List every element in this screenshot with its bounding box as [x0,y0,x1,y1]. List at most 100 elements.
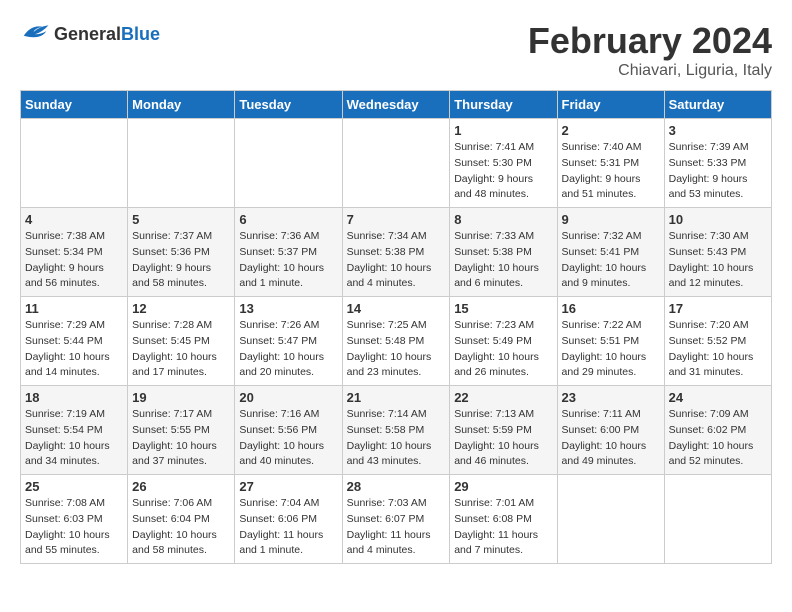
calendar-cell: 6 Sunrise: 7:36 AM Sunset: 5:37 PM Daylig… [235,208,342,297]
day-number: 29 [454,479,552,494]
logo-text: GeneralBlue [54,24,160,45]
day-info: Sunrise: 7:41 AM Sunset: 5:30 PM Dayligh… [454,140,552,203]
calendar-cell [342,119,450,208]
day-number: 20 [239,390,337,405]
day-number: 18 [25,390,123,405]
calendar-row: 25 Sunrise: 7:08 AM Sunset: 6:03 PM Dayli… [21,475,772,564]
column-header-thursday: Thursday [450,91,557,119]
calendar-row: 1 Sunrise: 7:41 AM Sunset: 5:30 PM Daylig… [21,119,772,208]
day-info: Sunrise: 7:08 AM Sunset: 6:03 PM Dayligh… [25,496,123,559]
day-number: 15 [454,301,552,316]
day-number: 24 [669,390,767,405]
day-info: Sunrise: 7:17 AM Sunset: 5:55 PM Dayligh… [132,407,230,470]
day-info: Sunrise: 7:14 AM Sunset: 5:58 PM Dayligh… [347,407,446,470]
calendar-cell: 26 Sunrise: 7:06 AM Sunset: 6:04 PM Dayli… [128,475,235,564]
calendar-cell: 18 Sunrise: 7:19 AM Sunset: 5:54 PM Dayli… [21,386,128,475]
day-info: Sunrise: 7:16 AM Sunset: 5:56 PM Dayligh… [239,407,337,470]
day-number: 8 [454,212,552,227]
calendar-cell: 8 Sunrise: 7:33 AM Sunset: 5:38 PM Daylig… [450,208,557,297]
day-number: 7 [347,212,446,227]
calendar-cell: 28 Sunrise: 7:03 AM Sunset: 6:07 PM Dayli… [342,475,450,564]
day-number: 6 [239,212,337,227]
calendar-cell: 9 Sunrise: 7:32 AM Sunset: 5:41 PM Daylig… [557,208,664,297]
day-info: Sunrise: 7:33 AM Sunset: 5:38 PM Dayligh… [454,229,552,292]
day-info: Sunrise: 7:36 AM Sunset: 5:37 PM Dayligh… [239,229,337,292]
calendar-cell: 14Sunrise: 7:25 AM Sunset: 5:48 PM Dayli… [342,297,450,386]
calendar-cell: 24 Sunrise: 7:09 AM Sunset: 6:02 PM Dayli… [664,386,771,475]
day-info: Sunrise: 7:26 AM Sunset: 5:47 PM Dayligh… [239,318,337,381]
calendar-cell: 23Sunrise: 7:11 AM Sunset: 6:00 PM Dayli… [557,386,664,475]
calendar-cell: 4 Sunrise: 7:38 AM Sunset: 5:34 PM Daylig… [21,208,128,297]
day-info: Sunrise: 7:37 AM Sunset: 5:36 PM Dayligh… [132,229,230,292]
day-number: 27 [239,479,337,494]
calendar-cell: 27 Sunrise: 7:04 AM Sunset: 6:06 PM Dayli… [235,475,342,564]
subtitle: Chiavari, Liguria, Italy [528,62,772,80]
calendar-cell [128,119,235,208]
day-info: Sunrise: 7:32 AM Sunset: 5:41 PM Dayligh… [562,229,660,292]
calendar-cell: 29 Sunrise: 7:01 AM Sunset: 6:08 PM Dayli… [450,475,557,564]
day-info: Sunrise: 7:20 AM Sunset: 5:52 PM Dayligh… [669,318,767,381]
calendar-cell: 2 Sunrise: 7:40 AM Sunset: 5:31 PM Daylig… [557,119,664,208]
column-header-tuesday: Tuesday [235,91,342,119]
column-header-sunday: Sunday [21,91,128,119]
day-info: Sunrise: 7:19 AM Sunset: 5:54 PM Dayligh… [25,407,123,470]
logo-general: General [54,24,121,44]
calendar-cell [664,475,771,564]
calendar-row: 4 Sunrise: 7:38 AM Sunset: 5:34 PM Daylig… [21,208,772,297]
calendar-header-row: SundayMondayTuesdayWednesdayThursdayFrid… [21,91,772,119]
day-number: 19 [132,390,230,405]
column-header-saturday: Saturday [664,91,771,119]
day-number: 5 [132,212,230,227]
calendar-cell: 22 Sunrise: 7:13 AM Sunset: 5:59 PM Dayli… [450,386,557,475]
day-info: Sunrise: 7:40 AM Sunset: 5:31 PM Dayligh… [562,140,660,203]
calendar-cell: 15 Sunrise: 7:23 AM Sunset: 5:49 PM Dayli… [450,297,557,386]
day-number: 4 [25,212,123,227]
day-info: Sunrise: 7:34 AM Sunset: 5:38 PM Dayligh… [347,229,446,292]
day-info: Sunrise: 7:01 AM Sunset: 6:08 PM Dayligh… [454,496,552,559]
calendar-table: SundayMondayTuesdayWednesdayThursdayFrid… [20,90,772,564]
day-info: Sunrise: 7:23 AM Sunset: 5:49 PM Dayligh… [454,318,552,381]
calendar-cell: 16Sunrise: 7:22 AM Sunset: 5:51 PM Dayli… [557,297,664,386]
day-info: Sunrise: 7:38 AM Sunset: 5:34 PM Dayligh… [25,229,123,292]
day-number: 25 [25,479,123,494]
calendar-cell: 13Sunrise: 7:26 AM Sunset: 5:47 PM Dayli… [235,297,342,386]
day-number: 21 [347,390,446,405]
logo: GeneralBlue [20,20,160,49]
calendar-row: 11Sunrise: 7:29 AM Sunset: 5:44 PM Dayli… [21,297,772,386]
day-number: 28 [347,479,446,494]
calendar-cell: 5 Sunrise: 7:37 AM Sunset: 5:36 PM Daylig… [128,208,235,297]
day-info: Sunrise: 7:09 AM Sunset: 6:02 PM Dayligh… [669,407,767,470]
day-number: 23 [562,390,660,405]
calendar-cell: 19 Sunrise: 7:17 AM Sunset: 5:55 PM Dayli… [128,386,235,475]
calendar-row: 18 Sunrise: 7:19 AM Sunset: 5:54 PM Dayli… [21,386,772,475]
title-block: February 2024 Chiavari, Liguria, Italy [528,20,772,80]
day-info: Sunrise: 7:03 AM Sunset: 6:07 PM Dayligh… [347,496,446,559]
day-number: 22 [454,390,552,405]
day-info: Sunrise: 7:28 AM Sunset: 5:45 PM Dayligh… [132,318,230,381]
day-info: Sunrise: 7:30 AM Sunset: 5:43 PM Dayligh… [669,229,767,292]
day-number: 16 [562,301,660,316]
day-number: 11 [25,301,123,316]
day-number: 3 [669,123,767,138]
day-info: Sunrise: 7:04 AM Sunset: 6:06 PM Dayligh… [239,496,337,559]
day-number: 2 [562,123,660,138]
calendar-cell [21,119,128,208]
day-number: 26 [132,479,230,494]
day-number: 1 [454,123,552,138]
logo-blue: Blue [121,24,160,44]
day-info: Sunrise: 7:13 AM Sunset: 5:59 PM Dayligh… [454,407,552,470]
calendar-cell: 10Sunrise: 7:30 AM Sunset: 5:43 PM Dayli… [664,208,771,297]
logo-icon [20,20,50,49]
page-header: GeneralBlue February 2024 Chiavari, Ligu… [20,20,772,80]
day-number: 9 [562,212,660,227]
calendar-cell: 21 Sunrise: 7:14 AM Sunset: 5:58 PM Dayli… [342,386,450,475]
column-header-friday: Friday [557,91,664,119]
day-number: 12 [132,301,230,316]
column-header-wednesday: Wednesday [342,91,450,119]
day-info: Sunrise: 7:25 AM Sunset: 5:48 PM Dayligh… [347,318,446,381]
day-info: Sunrise: 7:39 AM Sunset: 5:33 PM Dayligh… [669,140,767,203]
calendar-cell [557,475,664,564]
main-title: February 2024 [528,20,772,62]
calendar-cell: 11Sunrise: 7:29 AM Sunset: 5:44 PM Dayli… [21,297,128,386]
day-info: Sunrise: 7:06 AM Sunset: 6:04 PM Dayligh… [132,496,230,559]
